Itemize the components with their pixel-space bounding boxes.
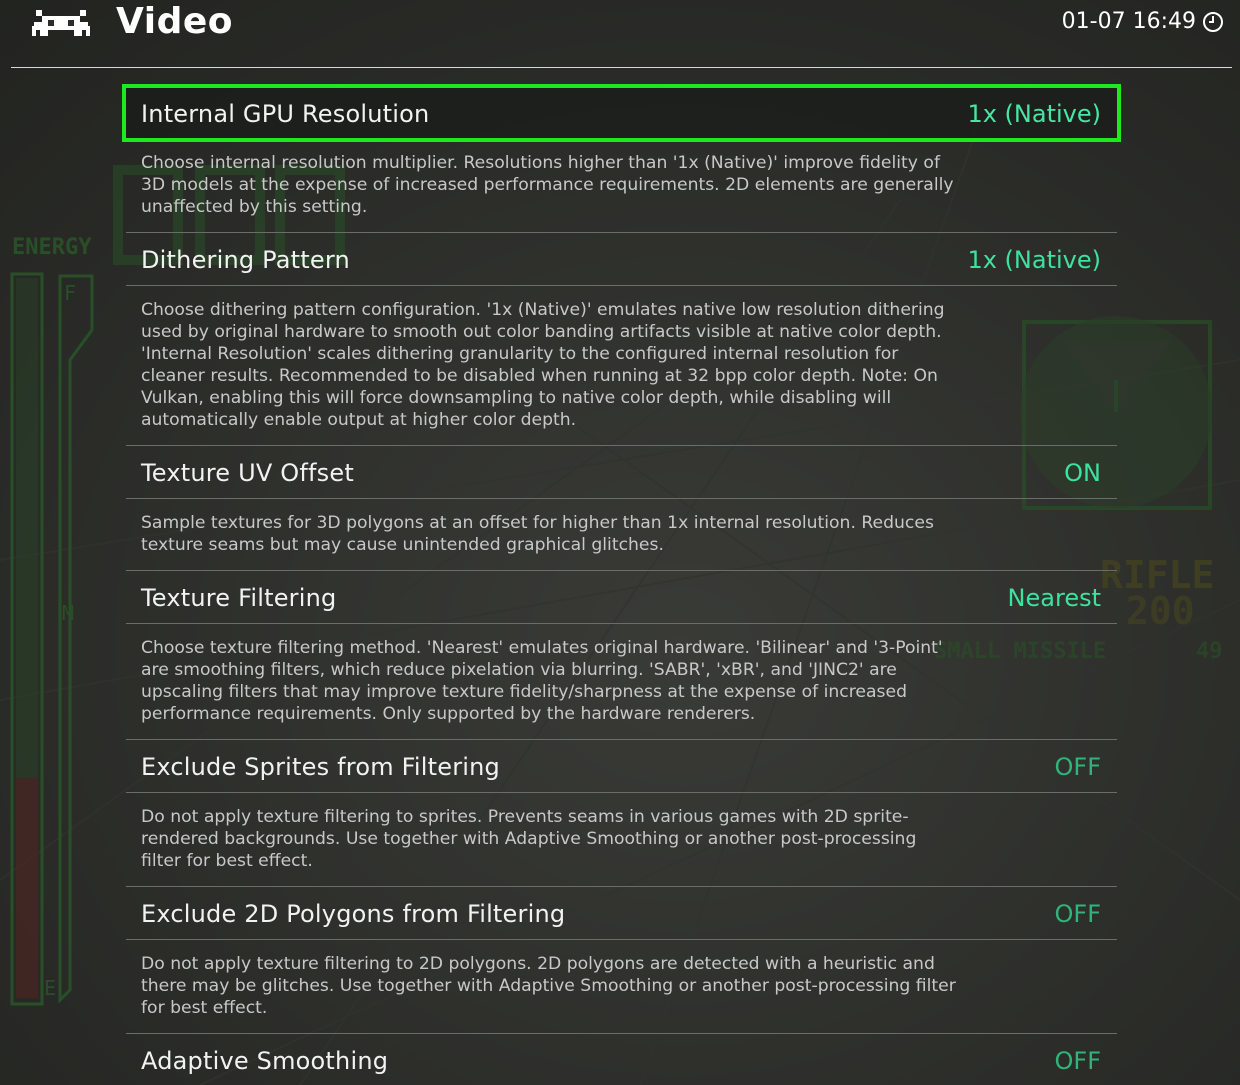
setting-label: Texture Filtering xyxy=(141,584,337,612)
clock-icon xyxy=(1203,11,1223,32)
setting-item-exclude-2d-polygons-from-filtering[interactable]: Exclude 2D Polygons from Filtering OFF xyxy=(126,887,1117,939)
retroarch-invader-icon xyxy=(32,10,90,36)
setting-entry: Internal GPU Resolution 1x (Native) Choose… xyxy=(122,84,1121,233)
setting-item-texture-filtering[interactable]: Texture Filtering Nearest xyxy=(126,571,1117,623)
page-title: Video xyxy=(116,1,233,42)
setting-value[interactable]: ON xyxy=(1064,459,1101,487)
settings-list: Internal GPU Resolution 1x (Native) Choose… xyxy=(122,84,1121,1085)
setting-item-adaptive-smoothing[interactable]: Adaptive Smoothing OFF xyxy=(126,1034,1117,1085)
setting-label: Adaptive Smoothing xyxy=(141,1047,389,1075)
setting-item-exclude-sprites-from-filtering[interactable]: Exclude Sprites from Filtering OFF xyxy=(126,740,1117,792)
setting-entry: Exclude 2D Polygons from Filtering OFF Do … xyxy=(126,887,1117,1034)
video-settings-screen: ENERGY F M E RIFLE 200 SMALL MISSILE 49 xyxy=(0,0,1240,1085)
setting-label: Exclude Sprites from Filtering xyxy=(141,753,500,781)
setting-label: Internal GPU Resolution xyxy=(141,100,430,128)
setting-description: Choose texture filtering method. 'Neares… xyxy=(141,638,943,724)
setting-entry: Exclude Sprites from Filtering OFF Do not … xyxy=(126,740,1117,887)
setting-label: Texture UV Offset xyxy=(141,459,354,487)
clock: 01-07 16:49 xyxy=(1062,9,1224,34)
setting-entry: Dithering Pattern 1x (Native) Choose dithe… xyxy=(126,233,1117,446)
setting-entry: Texture Filtering Nearest Choose texture f… xyxy=(126,571,1117,740)
setting-description: Sample textures for 3D polygons at an of… xyxy=(141,513,934,555)
setting-entry: Adaptive Smoothing OFF xyxy=(126,1034,1117,1085)
setting-label: Dithering Pattern xyxy=(141,246,350,274)
setting-value[interactable]: Nearest xyxy=(1008,584,1101,612)
setting-item-texture-uv-offset[interactable]: Texture UV Offset ON xyxy=(126,446,1117,498)
setting-item-dithering-pattern[interactable]: Dithering Pattern 1x (Native) xyxy=(126,233,1117,285)
setting-value[interactable]: OFF xyxy=(1055,753,1102,781)
setting-value[interactable]: OFF xyxy=(1055,1047,1102,1075)
setting-item-internal-gpu-resolution[interactable]: Internal GPU Resolution 1x (Native) xyxy=(122,84,1121,142)
setting-description: Do not apply texture filtering to sprite… xyxy=(141,807,917,871)
setting-value[interactable]: 1x (Native) xyxy=(967,246,1101,274)
setting-value[interactable]: 1x (Native) xyxy=(967,100,1101,128)
setting-description: Do not apply texture filtering to 2D pol… xyxy=(141,954,956,1018)
setting-entry: Texture UV Offset ON Sample textures for 3… xyxy=(126,446,1117,571)
clock-text: 01-07 16:49 xyxy=(1061,9,1196,34)
setting-description: Choose dithering pattern configuration. … xyxy=(141,300,945,430)
setting-value[interactable]: OFF xyxy=(1055,900,1102,928)
setting-label: Exclude 2D Polygons from Filtering xyxy=(141,900,566,928)
header-divider xyxy=(11,67,1232,68)
setting-description: Choose internal resolution multiplier. R… xyxy=(141,153,954,217)
header: Video 01-07 16:49 xyxy=(0,0,1240,68)
